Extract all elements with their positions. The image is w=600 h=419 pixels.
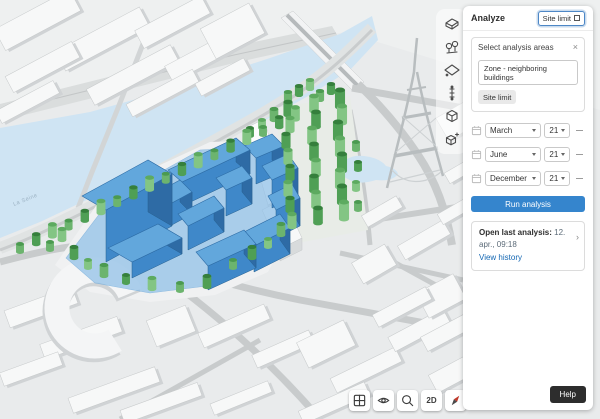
date-row-june: June 21 — [471, 147, 585, 162]
month-select-june[interactable]: June — [485, 147, 541, 162]
view-history-link[interactable]: View history — [479, 252, 570, 264]
select-card-title: Select analysis areas — [478, 43, 554, 52]
add-box-tool-icon[interactable] — [441, 129, 463, 149]
chevron-down-icon — [561, 177, 565, 180]
chevron-down-icon — [532, 153, 536, 156]
chip-zone-neighboring-buildings[interactable]: Zone - neighboring buildings — [478, 60, 578, 85]
site-limit-button-label: Site limit — [543, 14, 571, 23]
date-row-march: March 21 — [471, 123, 585, 138]
site-limit-button[interactable]: Site limit — [538, 11, 585, 26]
run-analysis-button[interactable]: Run analysis — [471, 196, 585, 212]
zoom-icon — [400, 393, 415, 408]
last-analysis-card[interactable]: Open last analysis: 12. apr., 09:18 › Vi… — [471, 221, 585, 271]
month-select-value: March — [490, 126, 512, 135]
site-limit-selection-icon — [574, 15, 580, 21]
surface-tool-icon[interactable] — [441, 60, 463, 80]
chevron-down-icon — [532, 177, 536, 180]
day-select-value: 21 — [549, 126, 558, 135]
calendar-icon — [471, 173, 482, 184]
panel-header: Analyze Site limit — [463, 6, 593, 31]
analyze-panel: Analyze Site limit Select analysis areas… — [463, 6, 593, 410]
remove-row-button[interactable] — [573, 130, 585, 131]
zoom-button[interactable] — [397, 390, 418, 411]
help-button[interactable]: Help — [550, 386, 586, 403]
calendar-icon — [471, 125, 482, 136]
map-toolbar: 2D — [349, 390, 466, 411]
month-select-value: June — [490, 150, 507, 159]
month-select-march[interactable]: March — [485, 123, 541, 138]
date-row-december: December 21 — [471, 171, 585, 186]
day-select-december[interactable]: 21 — [544, 171, 570, 186]
date-rows: March 21 June 21 — [471, 123, 585, 186]
day-select-june[interactable]: 21 — [544, 147, 570, 162]
last-analysis-label: Open last analysis: — [479, 228, 552, 237]
2d-label: 2D — [426, 396, 436, 405]
month-select-december[interactable]: December — [485, 171, 541, 186]
close-icon[interactable]: × — [573, 43, 578, 51]
remove-row-button[interactable] — [573, 154, 585, 155]
box-tool-icon[interactable] — [441, 106, 463, 126]
app-window: La Seine La Seine — [0, 0, 600, 419]
day-select-value: 21 — [549, 150, 558, 159]
visibility-button[interactable] — [373, 390, 394, 411]
visibility-icon — [376, 393, 391, 408]
2d-toggle-button[interactable]: 2D — [421, 390, 442, 411]
elevation-tool-icon[interactable] — [441, 83, 463, 103]
volume-tool-icon[interactable] — [441, 14, 463, 34]
month-select-value: December — [490, 174, 527, 183]
chip-site-limit[interactable]: Site limit — [478, 90, 516, 104]
grid-button[interactable] — [349, 390, 370, 411]
grid-icon — [352, 393, 367, 408]
day-select-march[interactable]: 21 — [544, 123, 570, 138]
chevron-down-icon — [561, 129, 565, 132]
select-analysis-areas-card: Select analysis areas × Zone - neighbori… — [471, 37, 585, 112]
chevron-down-icon — [532, 129, 536, 132]
day-select-value: 21 — [549, 174, 558, 183]
chevron-down-icon — [561, 153, 565, 156]
panel-title: Analyze — [471, 13, 505, 23]
vegetation-tool-icon[interactable] — [441, 37, 463, 57]
compass-icon — [448, 393, 463, 408]
chevron-right-icon[interactable]: › — [576, 231, 579, 245]
remove-row-button[interactable] — [573, 178, 585, 179]
calendar-icon — [471, 149, 482, 160]
